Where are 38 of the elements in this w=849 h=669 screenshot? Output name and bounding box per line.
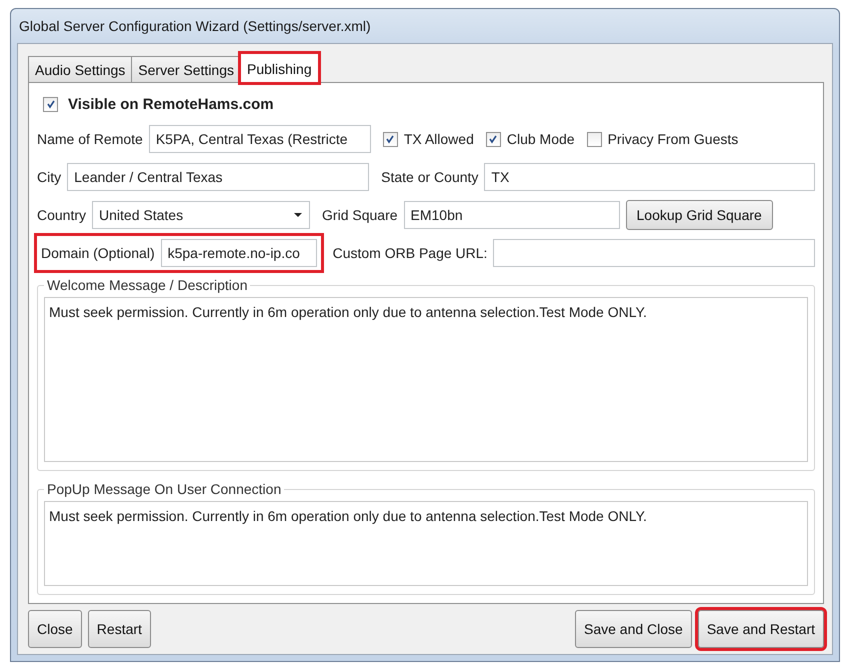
input-field[interactable]: Leander / Central Texas — [67, 163, 370, 191]
caret-icon — [293, 212, 304, 218]
input-field[interactable]: EM10bn — [404, 201, 620, 229]
lookup-button[interactable]: Lookup Grid Square — [626, 200, 773, 230]
checkbox[interactable] — [486, 132, 501, 146]
text-area[interactable]: Must seek permission. Currently in 6m operation only due to antenna selection.Test Mode ONLY. — [44, 501, 808, 586]
field-label: City — [37, 169, 62, 185]
dialog-button[interactable]: Restart — [88, 610, 151, 648]
checkbox-label: Club Mode — [506, 131, 575, 147]
check-icon — [488, 134, 498, 144]
dropdown[interactable]: United States — [92, 201, 310, 229]
field-label: Name of Remote — [37, 131, 143, 147]
checkbox-label: TX Allowed — [404, 131, 474, 147]
window-title: Global Server Configuration Wizard (Settings/server.xml) — [18, 17, 372, 36]
tab[interactable]: Publishing — [240, 53, 319, 83]
field-label: State or County — [381, 169, 478, 185]
input-field[interactable]: K5PA, Central Texas (Restricte — [148, 125, 371, 153]
checkbox[interactable] — [586, 132, 602, 146]
checkbox-label: Privacy From Guests — [608, 131, 738, 147]
dialog-button[interactable]: Save and Close — [574, 610, 692, 648]
checkbox-label: Visible on RemoteHams.com — [68, 96, 274, 112]
group-title: PopUp Message On User Connection — [46, 481, 282, 497]
input-field[interactable]: k5pa-remote.no-ip.co — [160, 239, 317, 267]
input-field[interactable]: TX — [484, 163, 815, 191]
text-area[interactable]: Must seek permission. Currently in 6m operation only due to antenna selection.Test Mode ONLY. — [44, 297, 808, 462]
field-label: Custom ORB Page URL: — [332, 245, 488, 261]
dialog-button[interactable]: Close — [28, 610, 82, 648]
check-icon — [46, 99, 56, 109]
dialog-button[interactable]: Save and Restart — [698, 610, 824, 648]
field-label: Domain (Optional) — [41, 245, 155, 261]
checkbox[interactable] — [43, 96, 58, 112]
field-label: Country — [37, 207, 86, 223]
group-title: Welcome Message / Description — [46, 277, 248, 293]
check-icon — [385, 134, 396, 144]
field-label: Grid Square — [322, 207, 398, 223]
checkbox[interactable] — [382, 132, 398, 146]
input-field[interactable] — [493, 239, 815, 267]
tab[interactable]: Audio Settings — [28, 56, 132, 82]
